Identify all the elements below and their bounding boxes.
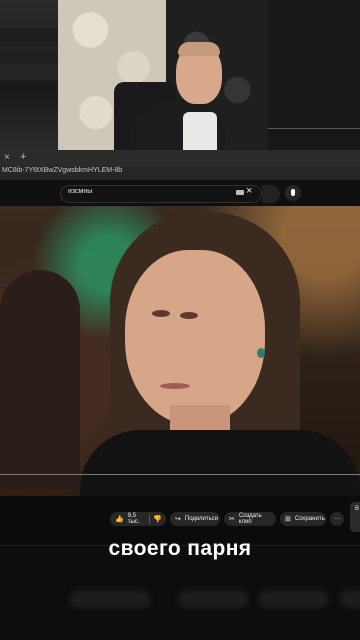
more-options-button[interactable]: ··· bbox=[330, 512, 344, 526]
clear-search-icon[interactable]: × bbox=[246, 185, 252, 197]
keyboard-icon[interactable] bbox=[236, 190, 244, 195]
save-label: Сохранить bbox=[294, 516, 325, 522]
clip-label: Создать клип bbox=[238, 513, 262, 525]
left-eye bbox=[152, 310, 170, 317]
like-dislike-button[interactable]: 👍 9,5 тыс. 👎 bbox=[110, 512, 166, 526]
save-button[interactable]: ⊞ Сохранить bbox=[280, 512, 326, 526]
earring bbox=[257, 348, 265, 358]
more-icon: ··· bbox=[334, 516, 340, 522]
thumbs-down-icon[interactable]: 👎 bbox=[153, 515, 162, 523]
thumbs-up-icon[interactable]: 👍 bbox=[115, 515, 124, 523]
microphone-icon bbox=[291, 189, 295, 196]
mouth bbox=[160, 383, 190, 389]
background-figure bbox=[0, 270, 80, 490]
address-bar-url: MC8ib-7Y6tXBwZVgwsbkmHYLEM-8b bbox=[2, 167, 123, 174]
tab-bar bbox=[0, 150, 360, 166]
scissors-icon: ✂ bbox=[229, 516, 235, 523]
divider bbox=[148, 514, 150, 524]
blurred-bar bbox=[0, 28, 58, 42]
woman-clothing bbox=[80, 430, 360, 496]
like-count: 9,5 тыс. bbox=[127, 513, 140, 525]
blurred-bar bbox=[0, 62, 58, 80]
save-icon: ⊞ bbox=[285, 516, 291, 523]
share-label: Поделиться bbox=[184, 516, 219, 522]
blurred-chip bbox=[178, 590, 248, 608]
new-tab-icon[interactable]: + bbox=[20, 151, 26, 163]
search-button[interactable] bbox=[262, 185, 280, 203]
subtitle-caption: своего парня bbox=[108, 537, 252, 560]
video-progress-line bbox=[0, 474, 360, 475]
blurred-chip bbox=[340, 590, 360, 608]
streamer-hair bbox=[178, 42, 220, 56]
share-icon: ↪ bbox=[175, 516, 181, 523]
woman-face bbox=[125, 250, 265, 425]
divider-line bbox=[268, 128, 360, 129]
streamer-shirt bbox=[183, 112, 217, 150]
search-query-text: изсмны bbox=[68, 188, 93, 195]
right-eye bbox=[180, 312, 198, 319]
share-button[interactable]: ↪ Поделиться bbox=[170, 512, 220, 526]
tab-close-icon[interactable]: × bbox=[4, 152, 10, 163]
blurred-chip bbox=[258, 590, 328, 608]
side-chip-label: В bbox=[355, 506, 360, 512]
blurred-chip bbox=[70, 590, 150, 608]
create-clip-button[interactable]: ✂ Создать клип bbox=[224, 512, 276, 526]
